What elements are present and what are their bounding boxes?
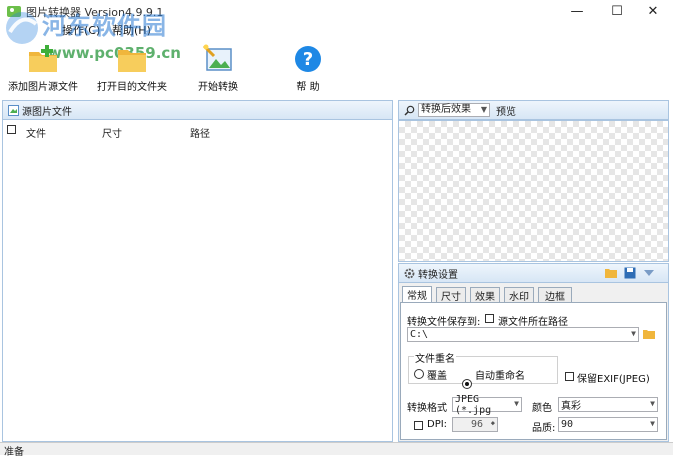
source-file-header: 源图片文件 [2, 100, 393, 120]
format-select[interactable]: JPEG (*.jpg ▼ [452, 394, 522, 416]
color-value: 真彩 [561, 401, 581, 412]
status-text: 准备 [4, 447, 24, 458]
start-convert-label: 开始转换 [198, 82, 238, 93]
settings-title: 转换设置 [418, 269, 458, 281]
color-label: 颜色 [532, 403, 552, 414]
chevron-down-icon: ▼ [631, 329, 636, 338]
chevron-down-icon: ▼ [514, 399, 519, 408]
source-path-label: 源文件所在路径 [498, 317, 568, 328]
source-file-title: 源图片文件 [22, 106, 72, 118]
format-value: JPEG (*.jpg [455, 393, 492, 416]
watermark-title: 河东软件园 [42, 11, 167, 40]
help-button[interactable]: ? 帮 助 [292, 44, 324, 93]
preview-mode-select[interactable]: 转换后效果 ▼ [418, 103, 490, 117]
open-folder-icon [118, 50, 146, 72]
rename-group-label: 文件重名 [414, 350, 456, 365]
collapse-settings-icon[interactable] [643, 267, 655, 279]
keep-exif-checkbox[interactable] [565, 372, 574, 381]
start-convert-button[interactable]: 开始转换 [198, 44, 238, 93]
quality-value: 90 [561, 419, 574, 430]
dpi-label: DPI: [427, 419, 448, 430]
format-label: 转换格式 [407, 403, 447, 414]
select-all-checkbox[interactable] [7, 125, 16, 134]
tab-watermark[interactable]: 水印 [504, 287, 534, 303]
source-file-panel [2, 100, 393, 442]
column-path[interactable]: 路径 [190, 125, 210, 140]
save-path-value: C:\ [410, 329, 429, 340]
auto-rename-label: 自动重命名 [475, 371, 525, 382]
status-bar: 准备 [0, 442, 673, 458]
auto-rename-radio[interactable] [462, 379, 472, 389]
dpi-checkbox[interactable] [414, 421, 423, 430]
tab-size[interactable]: 尺寸 [436, 287, 466, 303]
source-path-checkbox[interactable] [485, 314, 494, 323]
chevron-down-icon: ▼ [480, 105, 487, 114]
maximize-button[interactable]: ☐ [597, 0, 637, 22]
tab-border[interactable]: 边框 [538, 287, 572, 303]
overwrite-radio[interactable] [414, 369, 424, 379]
magnifier-icon [404, 105, 415, 116]
image-list-icon [8, 104, 19, 116]
chevron-down-icon: ▼ [650, 399, 655, 408]
convert-image-icon [202, 44, 232, 71]
chevron-down-icon: ▼ [650, 419, 655, 428]
svg-text:?: ? [303, 49, 313, 70]
tab-effect[interactable]: 效果 [470, 287, 500, 303]
browse-folder-icon[interactable] [643, 328, 655, 340]
preview-label: 预览 [496, 106, 516, 118]
color-select[interactable]: 真彩 ▼ [558, 397, 658, 412]
stepper-arrows-icon: ◆ [490, 419, 495, 427]
add-folder-icon [29, 45, 57, 72]
help-label: 帮 助 [296, 82, 320, 93]
tab-general[interactable]: 常规 [402, 286, 432, 302]
save-settings-icon[interactable] [624, 267, 636, 279]
dpi-value: 96 [470, 419, 483, 430]
open-output-folder-button[interactable]: 打开目的文件夹 [97, 44, 167, 93]
quality-label: 品质: [532, 423, 556, 434]
preview-header: 转换后效果 ▼ 预览 [398, 100, 669, 120]
save-to-label: 转换文件保存到: [407, 317, 481, 328]
keep-exif-label: 保留EXIF(JPEG) [577, 374, 650, 385]
preview-mode-value: 转换后效果 [421, 104, 471, 115]
open-folder-label: 打开目的文件夹 [97, 82, 167, 93]
column-size[interactable]: 尺寸 [102, 125, 122, 140]
close-button[interactable]: ✕ [633, 0, 673, 22]
column-file[interactable]: 文件 [26, 125, 46, 140]
watermark-logo-icon [6, 12, 38, 44]
minimize-button[interactable]: — [557, 0, 597, 22]
add-source-label: 添加图片源文件 [8, 82, 78, 93]
quality-select[interactable]: 90 ▼ [558, 417, 658, 432]
overwrite-label: 覆盖 [427, 371, 447, 382]
add-source-button[interactable]: 添加图片源文件 [8, 44, 78, 93]
save-path-select[interactable]: C:\ ▼ [407, 327, 639, 342]
open-settings-folder-icon[interactable] [605, 267, 617, 279]
preview-canvas [398, 120, 669, 262]
gear-icon [404, 268, 415, 278]
dpi-stepper[interactable]: 96 ◆ [452, 417, 498, 432]
help-icon: ? [295, 46, 321, 72]
